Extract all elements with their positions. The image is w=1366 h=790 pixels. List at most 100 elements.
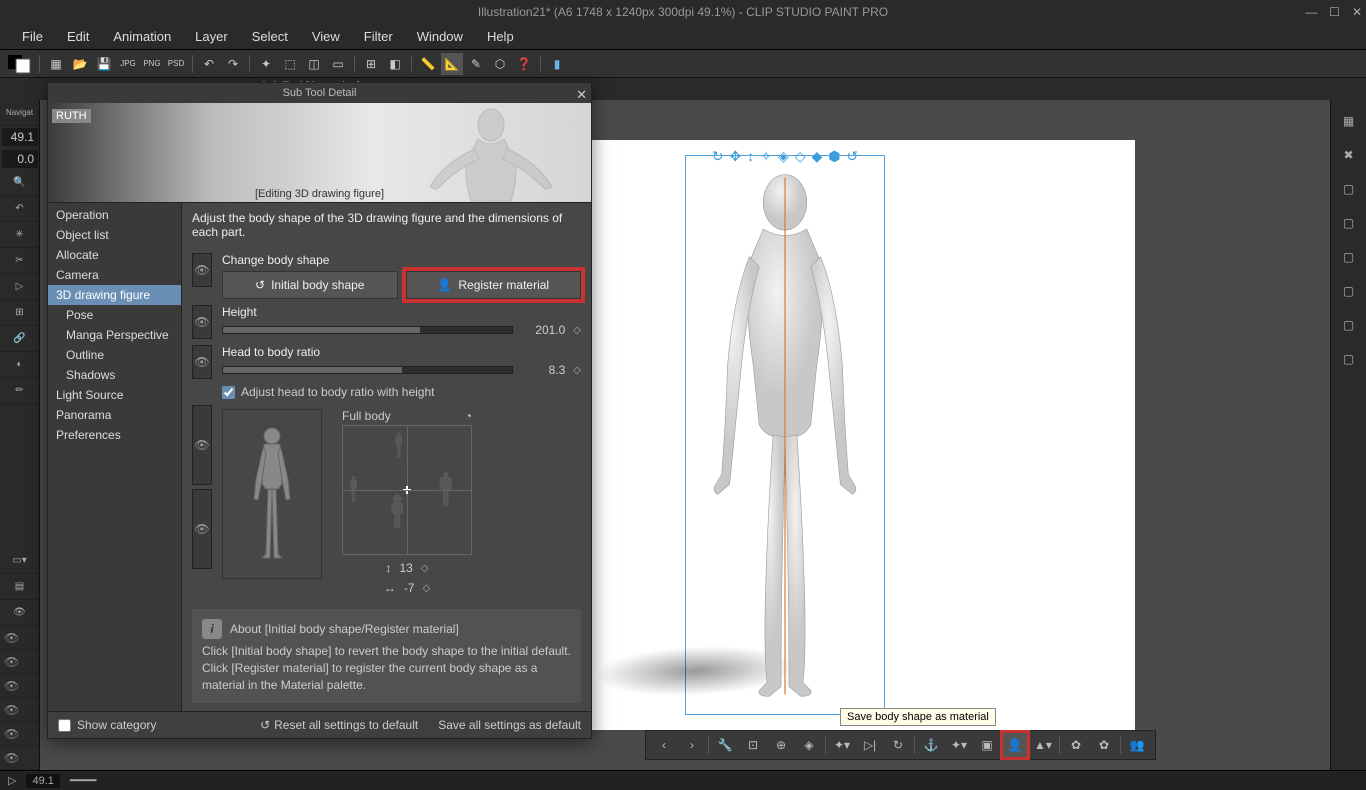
menu-window[interactable]: Window [405, 25, 475, 48]
export-png-icon[interactable]: PNG [141, 53, 163, 75]
ratio-spinner[interactable]: ◇ [573, 365, 581, 376]
mesh-transform-icon[interactable]: ⊞ [360, 53, 382, 75]
next-icon[interactable]: › [680, 733, 704, 757]
menu-animation[interactable]: Animation [101, 25, 183, 48]
liquify-icon[interactable]: ◧ [384, 53, 406, 75]
zoom-readout[interactable]: 49.1 [2, 128, 38, 146]
grid-x-value[interactable]: -7 [404, 581, 415, 595]
grid-icon[interactable]: ⬡ [489, 53, 511, 75]
redo-icon[interactable]: ↷ [222, 53, 244, 75]
tool-unknown2-icon[interactable]: ✏ [0, 378, 39, 404]
status-ruler-icon[interactable]: ━━━━ [70, 774, 97, 787]
camera-lock-icon[interactable]: ⊡ [741, 733, 765, 757]
tool-unknown1-icon[interactable]: ◐ [0, 352, 39, 378]
crop-icon[interactable]: ⬚ [279, 53, 301, 75]
layer-row-3[interactable]: 👁 [0, 674, 39, 698]
save-body-shape-material-icon[interactable]: 👤 [1003, 733, 1027, 757]
material-2-icon[interactable]: ✿ [1092, 733, 1116, 757]
export-psd-icon[interactable]: PSD [165, 53, 187, 75]
material-b-icon[interactable]: ▢ [1331, 208, 1366, 238]
grid-y-value[interactable]: 13 [399, 561, 412, 575]
material-panel-icon[interactable]: ✖ [1331, 140, 1366, 170]
dialog-titlebar[interactable]: Sub Tool Detail ✕ [48, 83, 591, 103]
status-zoom[interactable]: 49.1 [26, 774, 59, 788]
nav-allocate[interactable]: Allocate [48, 245, 181, 265]
prev-icon[interactable]: ‹ [652, 733, 676, 757]
canvas-size-icon[interactable]: ◫ [303, 53, 325, 75]
undo-icon[interactable]: ↶ [198, 53, 220, 75]
minimize-icon[interactable]: — [1305, 5, 1317, 19]
figure-type-icon[interactable]: 👥 [1125, 733, 1149, 757]
layer-row-2[interactable]: 👁 [0, 650, 39, 674]
register-material-button[interactable]: 👤 Register material [406, 271, 582, 299]
tool-grid-icon[interactable]: ⊞ [0, 300, 39, 326]
nav-light-source[interactable]: Light Source [48, 385, 181, 405]
nav-3d-drawing-figure[interactable]: 3D drawing figure [48, 285, 181, 305]
tool-link-icon[interactable]: 🔗 [0, 326, 39, 352]
adjust-ratio-checkbox[interactable]: Adjust head to body ratio with height [222, 385, 434, 399]
reset-defaults-button[interactable]: ↺ Reset all settings to default [260, 718, 418, 732]
layer-row-4[interactable]: 👁 [0, 698, 39, 722]
menu-edit[interactable]: Edit [55, 25, 101, 48]
quick-access-icon[interactable]: ▦ [1331, 106, 1366, 136]
body-shape-dropdown-icon[interactable]: ▲▾ [1031, 733, 1055, 757]
show-category-input[interactable] [58, 719, 71, 732]
visibility-toggle-body-b[interactable]: 👁 [192, 489, 212, 569]
visibility-toggle-height[interactable]: 👁 [192, 305, 212, 339]
nav-preferences[interactable]: Preferences [48, 425, 181, 445]
material-1-icon[interactable]: ✿ [1064, 733, 1088, 757]
body-preview[interactable] [222, 409, 322, 579]
symmetry-icon[interactable]: ❓ [513, 53, 535, 75]
save-full-body-icon[interactable]: ▣ [975, 733, 999, 757]
flip-h-icon[interactable]: ▷| [858, 733, 882, 757]
register-pose-icon[interactable]: ✦▾ [947, 733, 971, 757]
save-defaults-button[interactable]: Save all settings as default [438, 718, 581, 732]
material-a-icon[interactable]: ▢ [1331, 174, 1366, 204]
visibility-toggle-shape[interactable]: 👁 [192, 253, 212, 287]
menu-select[interactable]: Select [240, 25, 300, 48]
tool-crop-icon[interactable]: ✂ [0, 248, 39, 274]
tool-loading-icon[interactable]: ✳ [0, 222, 39, 248]
material-d-icon[interactable]: ▢ [1331, 276, 1366, 306]
layer-row-6[interactable]: 👁 [0, 746, 39, 770]
menu-help[interactable]: Help [475, 25, 526, 48]
menu-view[interactable]: View [300, 25, 352, 48]
anchor-icon[interactable]: ⚓ [919, 733, 943, 757]
nav-pose[interactable]: Pose [48, 305, 181, 325]
height-spinner[interactable]: ◇ [573, 325, 581, 336]
pose-scanner-icon[interactable]: ✦▾ [830, 733, 854, 757]
delete-icon[interactable]: ✦ [255, 53, 277, 75]
open-file-icon[interactable]: 📂 [69, 53, 91, 75]
layer-mode-dropdown[interactable]: ▭▾ [0, 548, 39, 574]
body-shape-grid[interactable] [342, 425, 472, 555]
nav-outline[interactable]: Outline [48, 345, 181, 365]
reset-grid-icon[interactable]: ◔ [465, 409, 472, 423]
close-icon[interactable]: ✕ [1352, 5, 1362, 19]
snap-ruler-icon[interactable]: 📐 [441, 53, 463, 75]
dialog-close-icon[interactable]: ✕ [576, 85, 587, 105]
cube-icon[interactable]: ◈ [797, 733, 821, 757]
focus-icon[interactable]: ⊕ [769, 733, 793, 757]
3d-figure-bounds[interactable] [685, 155, 885, 715]
tool-undo-icon[interactable]: ↶ [0, 196, 39, 222]
layer-row-1[interactable]: 👁 [0, 626, 39, 650]
menu-filter[interactable]: Filter [352, 25, 405, 48]
grid-y-spinner[interactable]: ◇ [421, 563, 429, 574]
navigator-toggle[interactable]: Navigat [0, 100, 39, 126]
transform-icon[interactable]: ▭ [327, 53, 349, 75]
grid-cursor[interactable] [403, 486, 411, 494]
grid-x-arrows-icon[interactable]: ↔ [384, 581, 396, 595]
layer-eye-icon[interactable]: 👁 [0, 600, 39, 626]
material-c-icon[interactable]: ▢ [1331, 242, 1366, 272]
nav-camera[interactable]: Camera [48, 265, 181, 285]
nav-operation[interactable]: Operation [48, 205, 181, 225]
new-file-icon[interactable]: ▦ [45, 53, 67, 75]
ruler-visible-icon[interactable]: 📏 [417, 53, 439, 75]
ratio-slider[interactable] [222, 366, 513, 374]
grid-x-spinner[interactable]: ◇ [422, 583, 430, 594]
color-swatch[interactable] [6, 53, 34, 75]
nav-object-list[interactable]: Object list [48, 225, 181, 245]
reset-pose-icon[interactable]: ↻ [886, 733, 910, 757]
ratio-value[interactable]: 8.3 [521, 363, 565, 377]
rotation-readout[interactable]: 0.0 [2, 150, 38, 168]
